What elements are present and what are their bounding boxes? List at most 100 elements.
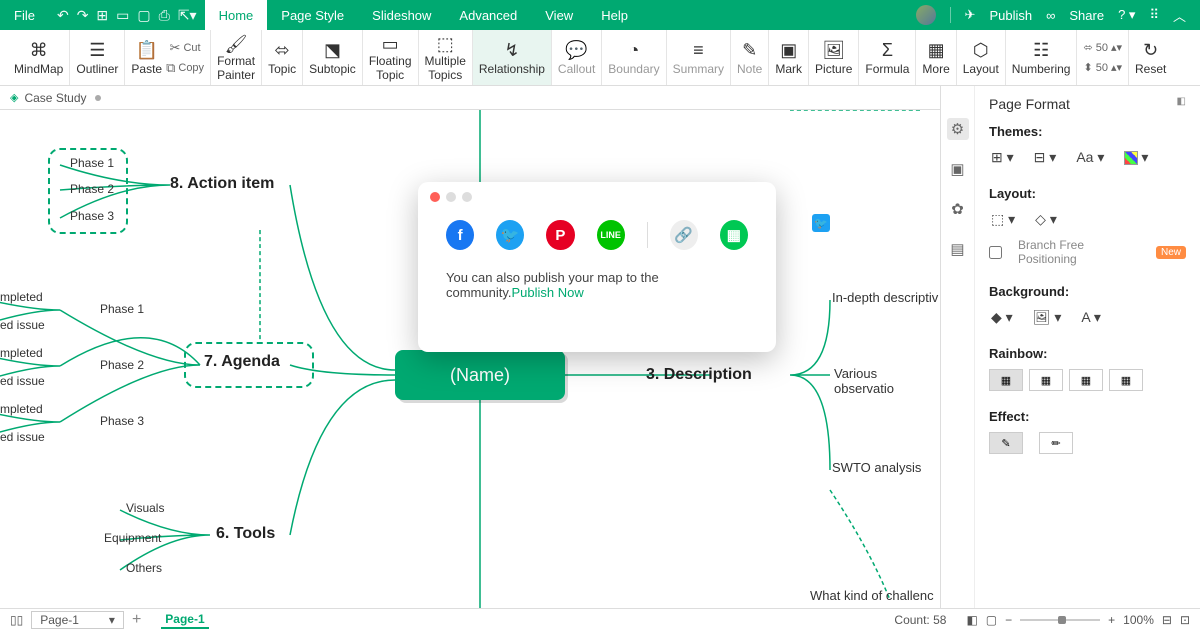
paste-button[interactable]: 📋Paste (131, 40, 162, 76)
zoom-step-icon[interactable]: ⊟ (1162, 613, 1172, 627)
completed-2[interactable]: mpleted (0, 346, 43, 360)
resource-tab-icon[interactable]: ▣ (947, 158, 969, 180)
embed-icon[interactable]: ▦ (720, 220, 748, 250)
tab-home[interactable]: Home (205, 0, 268, 30)
outline-icon[interactable]: ▯▯ (10, 613, 23, 627)
formula-button[interactable]: ΣFormula (859, 30, 916, 85)
topic-button[interactable]: ⬄Topic (262, 30, 303, 85)
tab-view[interactable]: View (531, 0, 587, 30)
redo-icon[interactable]: ↷ (77, 7, 89, 24)
phase1-a[interactable]: Phase 1 (70, 156, 114, 170)
completed-1[interactable]: mpleted (0, 290, 43, 304)
zoom-level[interactable]: 100% (1123, 613, 1154, 627)
callout-button[interactable]: 💬Callout (552, 30, 602, 85)
picture-button[interactable]: 🖼Picture (809, 30, 859, 85)
tab-slideshow[interactable]: Slideshow (358, 0, 445, 30)
phase1-b[interactable]: Phase 1 (100, 302, 144, 316)
doc-tab[interactable]: Case Study (24, 91, 86, 105)
copy-button[interactable]: ⧉Copy (166, 58, 204, 78)
close-icon[interactable] (430, 192, 440, 202)
publish-button[interactable]: Publish (989, 8, 1032, 23)
minimize-icon[interactable] (446, 192, 456, 202)
fit-page-icon[interactable]: ▢ (986, 613, 997, 627)
visuals[interactable]: Visuals (126, 501, 164, 515)
zoom-out-icon[interactable]: − (1005, 613, 1012, 627)
summary-button[interactable]: ≡Summary (667, 30, 731, 85)
twitter-node-icon[interactable]: 🐦 (812, 214, 830, 232)
avatar[interactable] (916, 5, 936, 25)
file-menu[interactable]: File (0, 0, 49, 30)
note-button[interactable]: ✎Note (731, 30, 769, 85)
issue-2[interactable]: ed issue (0, 374, 45, 388)
twitter-icon[interactable]: 🐦 (496, 220, 524, 250)
zoom-slider[interactable] (1020, 619, 1100, 621)
challenge[interactable]: What kind of challenc (810, 588, 934, 603)
layout-1[interactable]: ⬚ ▾ (989, 209, 1017, 230)
print-icon[interactable]: ⎙ (159, 7, 170, 24)
floating-topic-button[interactable]: ▭FloatingTopic (363, 30, 419, 85)
mark-button[interactable]: ▣Mark (769, 30, 809, 85)
format-tab-icon[interactable]: ⚙ (947, 118, 969, 140)
others[interactable]: Others (126, 561, 162, 575)
clipart-tab-icon[interactable]: ✿ (947, 198, 969, 220)
central-topic[interactable]: (Name) (395, 350, 565, 400)
maximize-icon[interactable] (462, 192, 472, 202)
phase3-a[interactable]: Phase 3 (70, 209, 114, 223)
branch-6[interactable]: 6. Tools (216, 525, 275, 543)
issue-3[interactable]: ed issue (0, 430, 45, 444)
equipment[interactable]: Equipment (104, 531, 161, 545)
rainbow-1[interactable]: ▦ (989, 369, 1023, 391)
numbering-button[interactable]: ☷Numbering (1006, 30, 1078, 85)
mindmap-button[interactable]: ⌘MindMap (8, 30, 70, 85)
branch-free-checkbox[interactable] (989, 246, 1002, 259)
phase3-b[interactable]: Phase 3 (100, 414, 144, 428)
bg-watermark[interactable]: A ▾ (1079, 307, 1102, 328)
add-page-icon[interactable]: + (132, 611, 141, 629)
publish-now-link[interactable]: Publish Now (512, 285, 584, 300)
panel-close-icon[interactable]: ◧ (1177, 96, 1186, 112)
collapse-icon[interactable]: ︿ (1173, 6, 1186, 25)
zoom-in-icon[interactable]: + (1108, 613, 1115, 627)
color-option[interactable]: ▾ (1122, 147, 1150, 168)
branch-8[interactable]: 8. Action item (170, 175, 274, 193)
page-selector[interactable]: Page-1▾ (31, 611, 124, 629)
branch-3[interactable]: 3. Description (646, 366, 752, 384)
fit-icon[interactable]: ◧ (966, 613, 977, 627)
export-icon[interactable]: ⇱▾ (178, 7, 197, 24)
new-icon[interactable]: ⊞ (96, 7, 108, 24)
layout-button[interactable]: ⬡Layout (957, 30, 1006, 85)
save-icon[interactable]: ▢ (137, 7, 150, 24)
issue-1[interactable]: ed issue (0, 318, 45, 332)
apps-icon[interactable]: ⠿ (1149, 7, 1159, 23)
indepth[interactable]: In-depth descriptiv (832, 290, 938, 305)
open-icon[interactable]: ▭ (116, 7, 129, 24)
boundary-button[interactable]: ◔Boundary (602, 30, 666, 85)
font-option[interactable]: Aa ▾ (1074, 147, 1106, 168)
effect-2[interactable]: ✏ (1039, 432, 1073, 454)
link-icon[interactable]: 🔗 (670, 220, 698, 250)
tab-advanced[interactable]: Advanced (445, 0, 531, 30)
layout-2[interactable]: ◇ ▾ (1033, 209, 1059, 230)
phase2-a[interactable]: Phase 2 (70, 182, 114, 196)
reset-button[interactable]: ↻Reset (1129, 30, 1172, 85)
tab-page-style[interactable]: Page Style (267, 0, 358, 30)
undo-icon[interactable]: ↶ (57, 7, 69, 24)
subtopic-button[interactable]: ⬔Subtopic (303, 30, 363, 85)
effect-1[interactable]: ✎ (989, 432, 1023, 454)
share-button[interactable]: Share (1069, 8, 1104, 23)
rainbow-4[interactable]: ▦ (1109, 369, 1143, 391)
bg-fill[interactable]: ◆ ▾ (989, 307, 1015, 328)
line-icon[interactable]: LINE (597, 220, 625, 250)
facebook-icon[interactable]: f (446, 220, 474, 250)
completed-3[interactable]: mpleted (0, 402, 43, 416)
format-painter-button[interactable]: 🖌FormatPainter (211, 30, 262, 85)
rainbow-3[interactable]: ▦ (1069, 369, 1103, 391)
rainbow-2[interactable]: ▦ (1029, 369, 1063, 391)
theme-1[interactable]: ⊞ ▾ (989, 147, 1016, 168)
phase2-b[interactable]: Phase 2 (100, 358, 144, 372)
outliner-button[interactable]: ☰Outliner (70, 30, 125, 85)
various[interactable]: Various observatio (834, 366, 940, 396)
cut-button[interactable]: ✂Cut (170, 38, 201, 58)
branch-7[interactable]: 7. Agenda (204, 353, 280, 371)
relationship-button[interactable]: ↯Relationship (473, 30, 552, 85)
